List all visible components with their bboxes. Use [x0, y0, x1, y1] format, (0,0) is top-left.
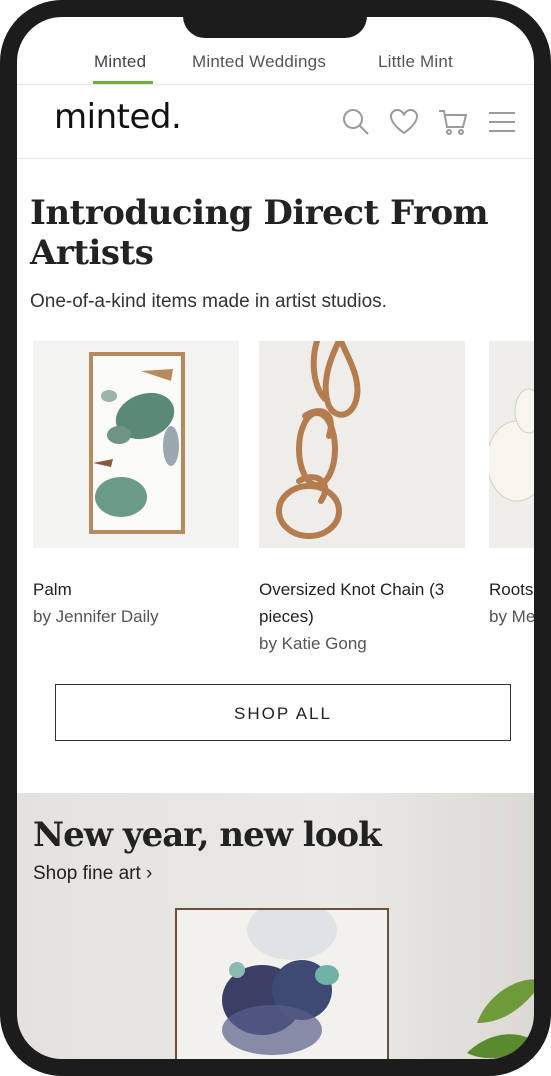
product-card[interactable]: Roots by Me — [489, 341, 534, 630]
shop-fine-art-link[interactable]: Shop fine art › — [33, 863, 152, 885]
tab-minted-weddings[interactable]: Minted Weddings — [192, 52, 326, 72]
active-tab-underline — [93, 81, 153, 84]
plant-leaf-image — [467, 979, 534, 1059]
menu-icon[interactable] — [487, 107, 517, 137]
section-title: Introducing Direct From Artists — [30, 193, 489, 273]
cart-icon[interactable] — [438, 107, 468, 137]
banner-artwork-image — [175, 908, 389, 1059]
device-notch — [183, 0, 367, 38]
banner-title: New year, new look — [33, 815, 382, 855]
shop-all-button[interactable]: SHOP ALL — [55, 684, 511, 741]
product-carousel[interactable]: Palm by Jennifer Daily Oversized Knot Ch… — [33, 341, 534, 671]
search-icon[interactable] — [341, 107, 371, 137]
product-image-roots[interactable] — [489, 341, 534, 548]
product-card[interactable]: Oversized Knot Chain (3 pieces) by Katie… — [259, 341, 465, 657]
product-image-palm[interactable] — [33, 341, 239, 548]
minted-logo[interactable]: minted. — [54, 97, 182, 137]
product-artist: by Me — [489, 607, 534, 626]
product-artist: by Katie Gong — [259, 634, 367, 653]
product-artist: by Jennifer Daily — [33, 607, 159, 626]
product-card[interactable]: Palm by Jennifer Daily — [33, 341, 239, 630]
product-image-knot-chain[interactable] — [259, 341, 465, 548]
site-header: minted. — [17, 85, 534, 159]
heart-icon[interactable] — [389, 107, 419, 137]
tab-minted[interactable]: Minted — [94, 52, 146, 72]
tab-little-mint[interactable]: Little Mint — [378, 52, 453, 72]
screen: Minted Minted Weddings Little Mint minte… — [17, 17, 534, 1059]
phone-frame: Minted Minted Weddings Little Mint minte… — [0, 0, 551, 1076]
product-name[interactable]: Roots — [489, 576, 534, 603]
product-name[interactable]: Oversized Knot Chain (3 pieces) — [259, 576, 465, 630]
section-subtitle: One-of-a-kind items made in artist studi… — [30, 291, 387, 312]
product-name[interactable]: Palm — [33, 576, 239, 603]
fine-art-banner[interactable]: New year, new look Shop fine art › — [17, 793, 534, 1059]
direct-from-artists-section: Introducing Direct From Artists One-of-a… — [30, 193, 530, 313]
